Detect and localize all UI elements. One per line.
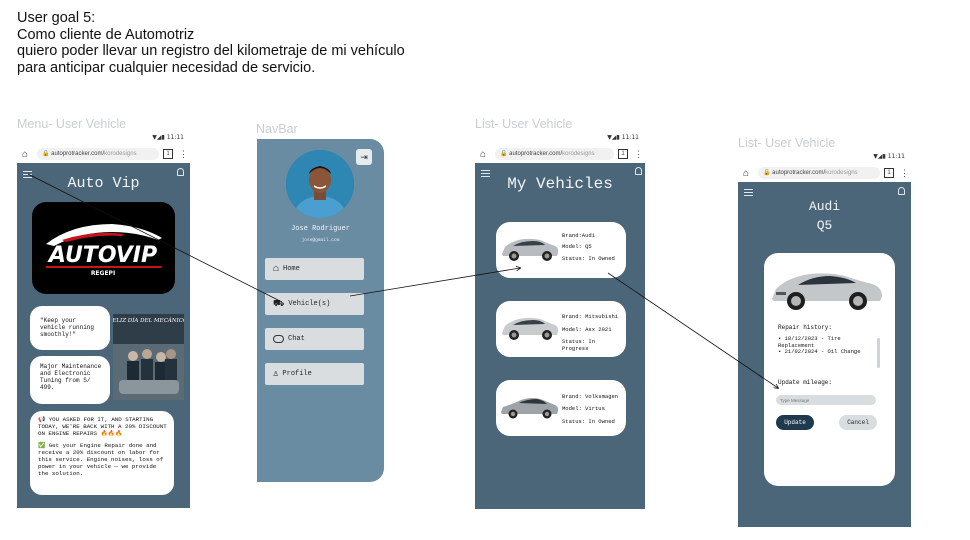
- update-button[interactable]: Update: [776, 415, 814, 430]
- repair-history-list[interactable]: • 18/12/2023 - Tire Replacement • 21/02/…: [778, 335, 880, 370]
- nav-item-label: Profile: [282, 370, 312, 378]
- goal-line: quiero poder llevar un registro del kilo…: [17, 43, 405, 59]
- more-icon[interactable]: ⋮: [900, 168, 909, 178]
- vehicle-card[interactable]: Brand: Volksmagen Model: Virtus Status: …: [496, 380, 626, 436]
- list-screen: ▼◢▮ 11:11 ⌂ 🔒 autoprotracker.com/korodes…: [475, 131, 645, 509]
- logout-icon: ⇥: [360, 152, 368, 162]
- menu-screen: ▼◢▮ 11:11 ⌂ 🔒 autoprotracker.com/korodes…: [17, 131, 190, 508]
- vehicle-brand: Brand: Volksmagen: [562, 393, 619, 400]
- detail-screen: ▼◢▮ 11:11 ⌂ 🔒 autoprotracker.com/korodes…: [738, 150, 911, 527]
- cancel-button[interactable]: Cancel: [839, 415, 877, 430]
- tabs-icon[interactable]: 1: [884, 168, 894, 178]
- car-icon: ⛟: [273, 298, 285, 309]
- url-field[interactable]: 🔒 autoprotracker.com/korodesigns: [37, 148, 159, 160]
- goal-line: para anticipar cualquier necesidad de se…: [17, 59, 316, 76]
- app-title: My Vehicles: [507, 175, 613, 193]
- bell-icon[interactable]: [898, 187, 905, 195]
- home-icon: ⌂: [273, 263, 280, 275]
- nav-item-label: Chat: [288, 335, 305, 343]
- url-field[interactable]: 🔒 autoprotracker.com/korodesigns: [758, 167, 880, 179]
- promo-bubble: Major Maintenance and Electronic Tuning …: [30, 356, 110, 404]
- update-mileage-label: Update mileage:: [778, 379, 833, 386]
- vehicle-brand: Brand:Audi: [562, 232, 596, 239]
- tabs-icon[interactable]: 1: [618, 149, 628, 159]
- mileage-input[interactable]: [776, 395, 876, 405]
- poster-graphic: FELIZ DÍA DEL MECÁNICO: [113, 314, 184, 400]
- navbar-panel: ⇥ Jose Rodriguer jose@gmail.com ⌂ Home ⛟…: [257, 139, 384, 482]
- vehicle-photo: [502, 317, 559, 340]
- quote-text: "Keep your vehicle running smoothly!": [40, 317, 95, 338]
- vehicle-status: Status: In Owned: [562, 255, 615, 262]
- announcement-text-1: 📢 YOU ASKED FOR IT, AND STARTING TODAY, …: [38, 416, 167, 437]
- user-goal: User goal 5: Como cliente de Automotriz …: [17, 10, 405, 76]
- repair-item: • 21/02/2024 - Oil Change: [778, 348, 861, 355]
- announcement-bubble: 📢 YOU ASKED FOR IT, AND STARTING TODAY, …: [30, 411, 174, 495]
- frame-label-detail: List- User Vehicle: [738, 136, 836, 150]
- tabs-icon[interactable]: 1: [163, 149, 173, 159]
- browser-bar: ⌂ 🔒 autoprotracker.com/korodesigns 1 ⋮: [738, 164, 911, 182]
- svg-text:FELIZ DÍA DEL MECÁNICO: FELIZ DÍA DEL MECÁNICO: [113, 316, 184, 324]
- promo-text: Major Maintenance and Electronic Tuning …: [40, 363, 102, 391]
- nav-item-label: Vehicle(s): [288, 300, 331, 308]
- vehicle-status: Status: In Owned: [562, 418, 615, 425]
- chat-icon: [273, 335, 284, 343]
- quote-bubble: "Keep your vehicle running smoothly!": [30, 306, 110, 350]
- vehicle-photo: [502, 238, 559, 261]
- status-bar: ▼◢▮ 11:11: [475, 131, 645, 145]
- status-bar: ▼◢▮ 11:11: [17, 131, 190, 145]
- avatar-photo: [286, 150, 354, 218]
- repair-history-heading: Repair history:: [778, 324, 833, 331]
- nav-item-vehicles[interactable]: ⛟ Vehicle(s): [265, 293, 364, 315]
- more-icon[interactable]: ⋮: [634, 149, 643, 159]
- home-icon[interactable]: ⌂: [475, 149, 491, 160]
- hamburger-icon[interactable]: [744, 189, 753, 196]
- nav-item-chat[interactable]: Chat: [265, 328, 364, 350]
- browser-bar: ⌂ 🔒 autoprotracker.com/korodesigns 1 ⋮: [17, 145, 190, 163]
- vehicle-model: Model: Virtus: [562, 405, 605, 412]
- nav-item-label: Home: [283, 265, 300, 273]
- logo: AUTOVIP REGEPI: [32, 202, 175, 294]
- vehicle-card[interactable]: Brand:Audi Model: Q5 Status: In Owned: [496, 222, 626, 278]
- more-icon[interactable]: ⋮: [179, 149, 188, 159]
- frame-label-list: List- User Vehicle: [475, 117, 573, 131]
- svg-text:REGEPI: REGEPI: [91, 270, 115, 277]
- vehicle-photo: [772, 273, 882, 310]
- vehicle-model: Model: Asx 2021: [562, 326, 612, 333]
- svg-text:AUTOVIP: AUTOVIP: [47, 243, 157, 268]
- logo-graphic: AUTOVIP REGEPI: [46, 224, 162, 277]
- profile-icon: ♙: [273, 369, 279, 379]
- vehicle-detail-card: Repair history: • 18/12/2023 - Tire Repl…: [764, 253, 895, 486]
- status-bar: ▼◢▮ 11:11: [738, 150, 911, 164]
- vehicle-photo: [501, 398, 559, 419]
- user-name: Jose Rodriguer: [291, 225, 350, 233]
- frame-label-navbar: NavBar: [256, 122, 298, 136]
- user-email: jose@gmail.com: [301, 238, 340, 243]
- goal-line: User goal 5:: [17, 10, 96, 26]
- nav-item-profile[interactable]: ♙ Profile: [265, 363, 364, 385]
- avatar: [286, 150, 354, 218]
- vehicle-status: Status: In Progress: [562, 338, 596, 352]
- vehicle-card[interactable]: Brand: Mitsubishi Model: Asx 2021 Status…: [496, 301, 626, 357]
- mechanic-poster: FELIZ DÍA DEL MECÁNICO: [113, 314, 184, 400]
- browser-bar: ⌂ 🔒 autoprotracker.com/korodesigns 1 ⋮: [475, 145, 645, 163]
- vehicle-model: Model: Q5: [562, 243, 592, 250]
- scrollbar[interactable]: [877, 338, 880, 368]
- announcement-text-2: ✅ Get your Engine Repair done and receiv…: [38, 442, 164, 477]
- url-field[interactable]: 🔒 autoprotracker.com/korodesigns: [495, 148, 614, 160]
- bell-icon[interactable]: [635, 167, 642, 175]
- home-icon[interactable]: ⌂: [17, 149, 33, 160]
- vehicle-brand: Brand: Mitsubishi: [562, 313, 619, 320]
- vehicle-title-brand: Audi: [808, 199, 841, 214]
- logout-button[interactable]: ⇥: [356, 149, 372, 165]
- nav-item-home[interactable]: ⌂ Home: [265, 258, 364, 280]
- goal-line: Como cliente de Automotriz: [17, 26, 195, 43]
- vehicle-title-model: Q5: [816, 218, 833, 233]
- home-icon[interactable]: ⌂: [738, 168, 754, 179]
- app-title: Auto Vip: [67, 175, 140, 192]
- frame-label-menu: Menu- User Vehicle: [17, 117, 127, 131]
